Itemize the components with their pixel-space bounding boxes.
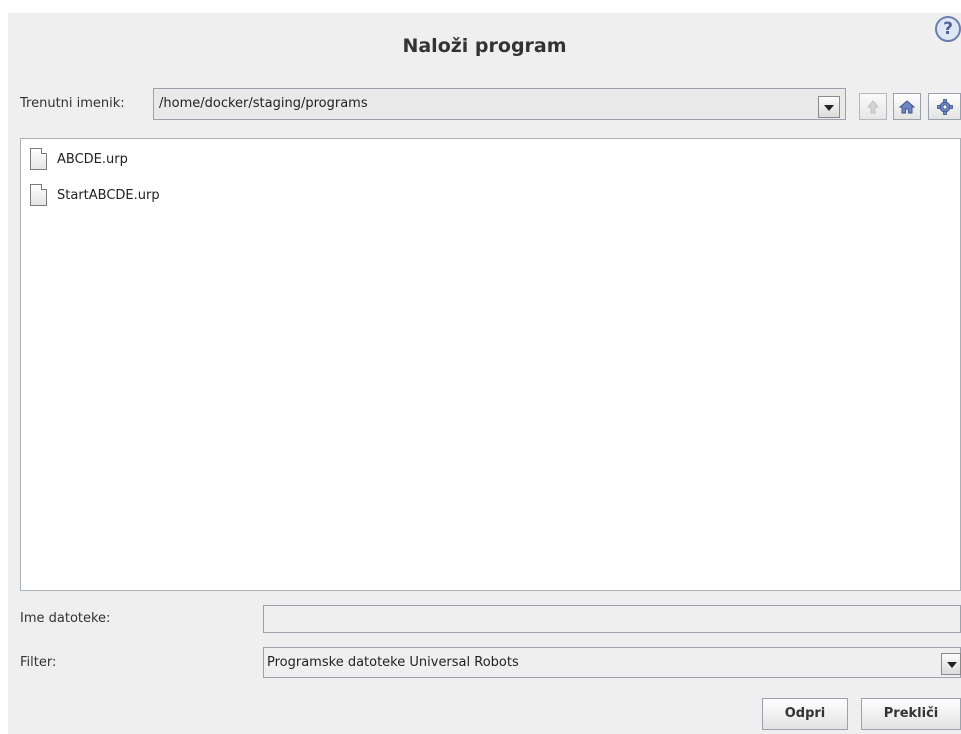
current-directory-value: /home/docker/staging/programs — [159, 96, 368, 111]
home-icon — [899, 99, 915, 113]
filter-combobox[interactable]: Programske datoteke Universal Robots — [263, 647, 961, 678]
filter-label: Filter: — [20, 655, 57, 670]
filename-input[interactable] — [263, 605, 961, 633]
filter-value: Programske datoteke Universal Robots — [267, 655, 519, 670]
dialog-title: Naloži program — [402, 35, 567, 57]
load-program-dialog: Naloži program ? Trenutni imenik: /home/… — [8, 13, 961, 734]
current-directory-combobox[interactable]: /home/docker/staging/programs — [153, 88, 846, 120]
file-name: ABCDE.urp — [57, 151, 128, 167]
directory-dropdown-chevron-down-icon[interactable] — [818, 96, 840, 118]
file-icon — [30, 184, 47, 206]
filter-dropdown-chevron-down-icon[interactable] — [941, 653, 961, 675]
file-name: StartABCDE.urp — [57, 187, 160, 203]
settings-button[interactable] — [928, 93, 961, 120]
cancel-button[interactable]: Prekliči — [861, 698, 961, 730]
file-list-item[interactable]: ABCDE.urp — [30, 145, 128, 173]
current-directory-label: Trenutni imenik: — [20, 96, 125, 111]
file-list-item[interactable]: StartABCDE.urp — [30, 181, 160, 209]
file-icon — [30, 148, 47, 170]
file-list[interactable]: ABCDE.urp StartABCDE.urp — [20, 138, 961, 591]
up-folder-button[interactable] — [859, 93, 887, 120]
home-button[interactable] — [893, 93, 921, 120]
up-arrow-icon — [867, 99, 879, 113]
filename-label: Ime datoteke: — [20, 611, 111, 626]
open-button[interactable]: Odpri — [762, 698, 848, 730]
help-icon[interactable]: ? — [935, 16, 961, 42]
gear-icon — [936, 98, 953, 115]
